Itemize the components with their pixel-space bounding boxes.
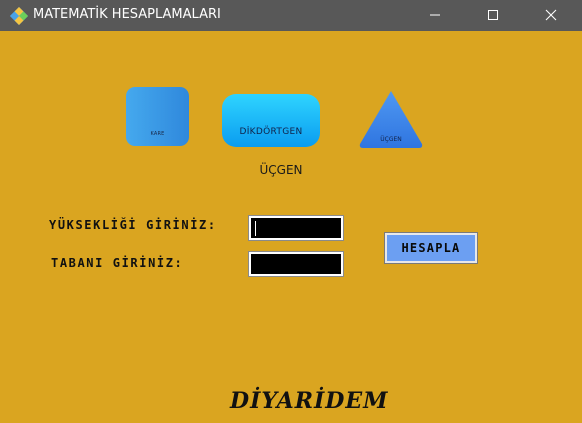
maximize-icon: [488, 10, 498, 20]
base-input[interactable]: [248, 251, 344, 277]
title-bar: MATEMATİK HESAPLAMALARI: [0, 0, 582, 31]
brand-label: DİYARİDEM: [230, 388, 389, 414]
window-title: MATEMATİK HESAPLAMALARI: [33, 7, 221, 22]
text-caret: [255, 221, 256, 236]
ucgen-label: ÜÇGEN: [380, 136, 402, 143]
maximize-button[interactable]: [470, 0, 516, 31]
calculate-button[interactable]: HESAPLA: [384, 232, 478, 264]
height-label: YÜKSEKLİĞİ GİRİNİZ:: [49, 218, 217, 232]
app-diamond-icon: [9, 6, 29, 26]
kare-button[interactable]: KARE: [126, 87, 189, 146]
minimize-button[interactable]: [412, 0, 458, 31]
close-icon: [545, 9, 557, 21]
kare-label: KARE: [150, 131, 165, 137]
dikdortgen-button[interactable]: DİKDÖRTGEN: [222, 94, 320, 147]
dikdortgen-label: DİKDÖRTGEN: [239, 127, 303, 137]
ucgen-button[interactable]: ÜÇGEN: [358, 89, 424, 149]
selected-shape-label: ÜÇGEN: [259, 163, 303, 177]
close-button[interactable]: [528, 0, 574, 31]
minimize-icon: [430, 14, 440, 16]
base-label: TABANI GİRİNİZ:: [51, 256, 184, 270]
height-input[interactable]: [248, 215, 344, 241]
